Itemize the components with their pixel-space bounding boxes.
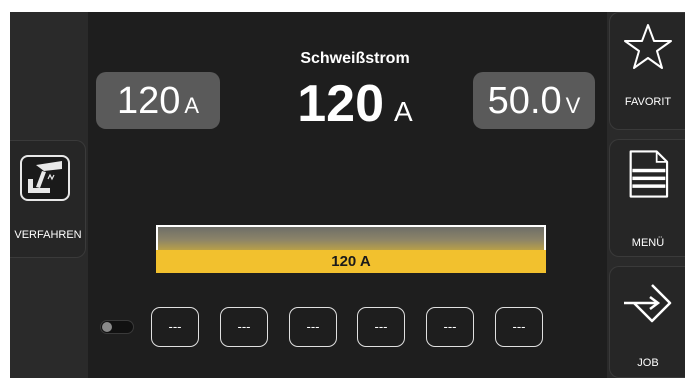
star-icon: [624, 24, 672, 69]
level-gradient: [156, 225, 546, 250]
left-parameter-display[interactable]: 120 A: [96, 72, 220, 129]
menu-button[interactable]: MENÜ: [609, 139, 685, 257]
main-unit: A: [394, 96, 413, 127]
menu-document-icon: [629, 150, 669, 198]
right-parameter-value: 50.0: [487, 80, 562, 122]
left-parameter-unit: A: [184, 93, 200, 118]
process-button[interactable]: VERFAHREN: [10, 140, 86, 258]
job-arrows-icon: [624, 284, 672, 323]
parameter-title: Schweißstrom: [300, 50, 410, 67]
welding-torch-icon: [20, 155, 70, 201]
job-slot-4[interactable]: ---: [357, 307, 405, 347]
left-parameter-value: 120: [116, 80, 181, 122]
current-level-bar: 120 A: [156, 225, 546, 273]
toggle-switch[interactable]: [100, 320, 134, 334]
job-slot-6[interactable]: ---: [495, 307, 543, 347]
level-label: 120 A: [331, 253, 371, 270]
menu-button-label: MENÜ: [631, 237, 665, 249]
job-button[interactable]: JOB: [609, 266, 685, 378]
favorite-button[interactable]: FAVORIT: [609, 12, 685, 130]
left-panel: VERFAHREN: [10, 12, 88, 378]
job-slot-3[interactable]: ---: [289, 307, 337, 347]
process-button-label: VERFAHREN: [14, 229, 82, 241]
job-slot-5[interactable]: ---: [426, 307, 474, 347]
job-slot-2[interactable]: ---: [220, 307, 268, 347]
right-parameter-display[interactable]: 50.0 V: [473, 72, 595, 129]
job-button-label: JOB: [637, 357, 659, 369]
main-readout: 120 A: [220, 74, 490, 134]
right-parameter-unit: V: [565, 93, 581, 118]
job-slot-1[interactable]: ---: [151, 307, 199, 347]
right-panel: FAVORIT MENÜ JOB: [607, 12, 685, 378]
welding-display: VERFAHREN FAVORIT MENÜ JOB 120 A Schweiß…: [10, 12, 685, 378]
main-value: 120: [297, 75, 385, 133]
toggle-knob: [102, 322, 112, 332]
favorite-button-label: FAVORIT: [624, 96, 672, 108]
